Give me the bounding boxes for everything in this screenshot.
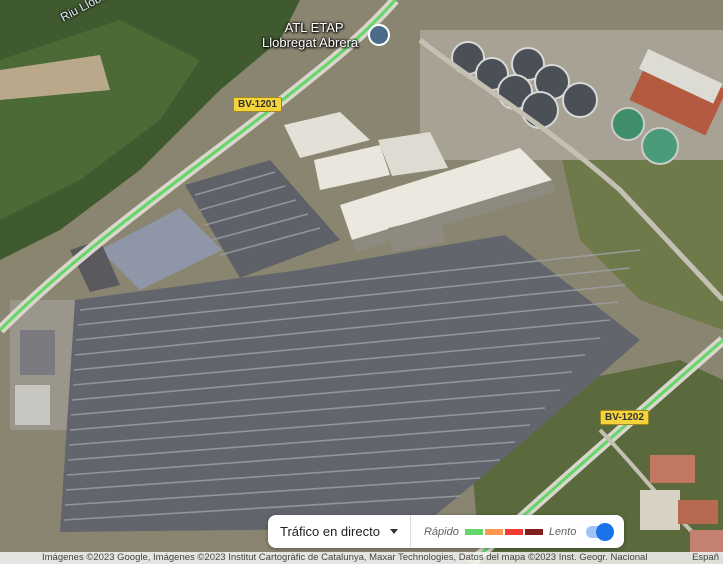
building: [20, 330, 55, 375]
legend-swatch-very-slow: [524, 528, 543, 535]
building: [15, 385, 50, 425]
satellite-map[interactable]: [0, 0, 723, 564]
map-attribution: Imágenes ©2023 Google, Imágenes ©2023 In…: [0, 552, 723, 564]
house: [640, 490, 680, 530]
traffic-mode-dropdown[interactable]: Tráfico en directo: [268, 515, 411, 548]
legend-swatch-fast: [464, 528, 483, 535]
poi-name-line2: Llobregat Abrera: [262, 35, 359, 50]
country-label: Españ: [692, 552, 719, 563]
green-tank: [611, 107, 645, 141]
traffic-toggle[interactable]: [586, 522, 615, 541]
chevron-down-icon: [389, 529, 398, 534]
legend-slow-label: Lento: [548, 525, 577, 538]
house: [650, 455, 695, 483]
traffic-legend: Rápido Lento: [411, 522, 622, 541]
attribution-text: Imágenes ©2023 Google, Imágenes ©2023 In…: [42, 552, 648, 563]
green-tank: [641, 127, 679, 165]
house: [690, 530, 723, 554]
traffic-panel: Tráfico en directo Rápido Lento: [268, 515, 624, 548]
legend-swatch-moderate: [484, 528, 503, 535]
museum-icon[interactable]: [368, 24, 390, 46]
road-shield-bv1201: BV-1201: [233, 97, 282, 112]
toggle-knob: [596, 522, 615, 541]
poi-name-line1: ATL ETAP: [284, 20, 344, 35]
legend-swatch-slow: [504, 528, 523, 535]
road-shield-bv1202: BV-1202: [600, 410, 649, 425]
legend-fast-label: Rápido: [423, 525, 459, 538]
traffic-mode-label: Tráfico en directo: [280, 524, 380, 539]
house: [678, 500, 718, 524]
poi-label[interactable]: ATL ETAP Llobregat Abrera: [262, 20, 358, 50]
